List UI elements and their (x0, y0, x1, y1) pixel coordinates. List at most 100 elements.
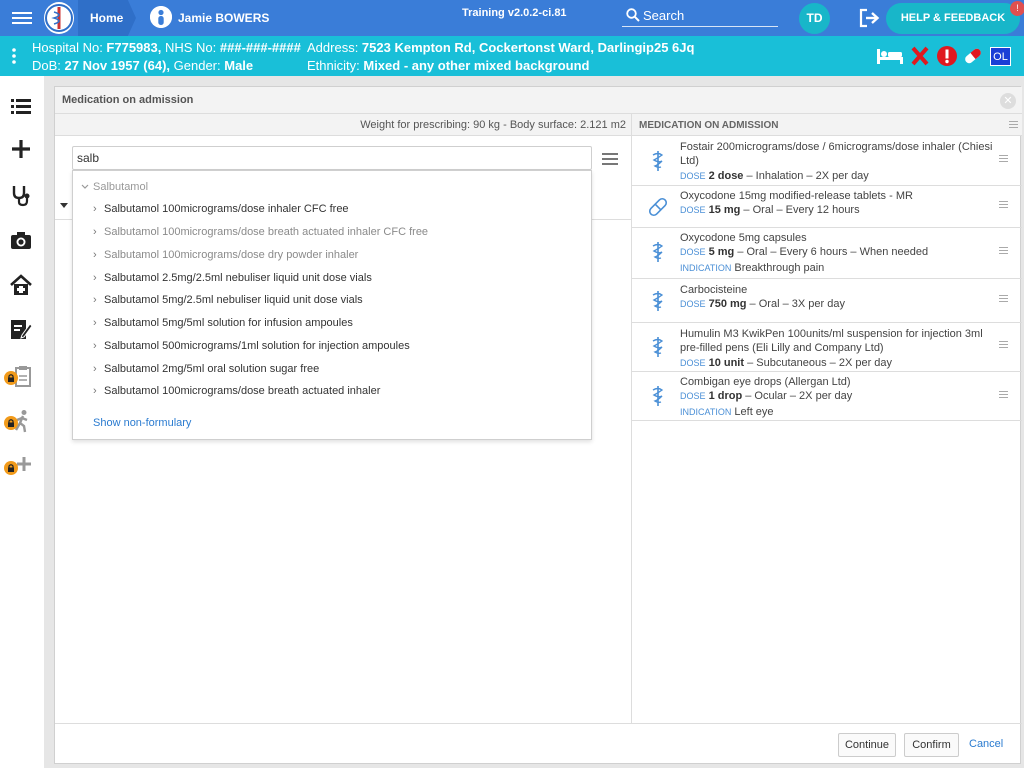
search-label[interactable]: Search (643, 8, 684, 23)
patient-name[interactable]: Jamie BOWERS (178, 11, 269, 25)
medication-row[interactable]: Combigan eye drops (Allergan Ltd) DOSE 1… (632, 372, 1022, 421)
result-item[interactable]: › Salbutamol 2.5mg/2.5ml nebuliser liquid… (93, 272, 372, 284)
home-care-icon[interactable] (8, 272, 34, 298)
training-version: Training v2.0.2-ci.81 (462, 7, 567, 19)
medication-row[interactable]: Carbocisteine DOSE 750 mg – Oral – 3X pe… (632, 279, 1022, 323)
result-item[interactable]: › Salbutamol 500micrograms/1ml solution f… (93, 340, 410, 352)
medication-name: Fostair 200micrograms/dose / 6micrograms… (680, 141, 993, 167)
chevron-right-icon: › (93, 363, 97, 375)
result-item[interactable]: › Salbutamol 5mg/2.5ml nebuliser liquid u… (93, 294, 363, 306)
results-group[interactable]: Salbutamol (81, 181, 148, 193)
medication-list-pane: MEDICATION ON ADMISSION Fostair 200micro… (632, 114, 1022, 723)
sidebar (0, 76, 44, 768)
dose-line: DOSE 1 drop – Ocular – 2X per day (680, 390, 853, 402)
inhaler-icon (652, 242, 664, 262)
user-avatar[interactable]: TD (799, 3, 830, 34)
modal-footer: Continue Confirm Cancel (55, 723, 1022, 765)
inhaler-icon (652, 386, 664, 406)
indication-line: INDICATION Breakthrough pain (680, 262, 825, 274)
medication-name: Carbocisteine (680, 284, 748, 296)
row-menu-icon[interactable] (999, 201, 1008, 210)
search-icon (626, 8, 640, 22)
search-pane: Weight for prescribing: 90 kg - Body sur… (55, 114, 631, 723)
chevron-right-icon: › (93, 385, 97, 397)
chevron-right-icon: › (93, 317, 97, 329)
dose-line: DOSE 750 mg – Oral – 3X per day (680, 298, 845, 310)
chevron-down-icon (81, 184, 89, 189)
search-results-dropdown: Salbutamol › Salbutamol 100micrograms/dos… (72, 170, 592, 440)
ol-badge[interactable]: OL (990, 47, 1011, 66)
chevron-right-icon: › (93, 340, 97, 352)
capsule-icon (648, 197, 668, 217)
result-item[interactable]: › Salbutamol 100micrograms/dose inhaler C… (93, 203, 349, 215)
result-item[interactable]: › Salbutamol 100micrograms/dose dry powde… (93, 249, 358, 261)
lock-icon (4, 416, 18, 430)
pill-icon[interactable] (962, 45, 984, 67)
result-item[interactable]: › Salbutamol 5mg/5ml solution for infusio… (93, 317, 353, 329)
medication-row[interactable]: Fostair 200micrograms/dose / 6micrograms… (632, 137, 1022, 186)
dose-line: DOSE 5 mg – Oral – Every 6 hours – When … (680, 246, 929, 258)
ethnicity-line: Ethnicity: Mixed - any other mixed backg… (307, 58, 590, 73)
app-logo[interactable] (44, 2, 74, 34)
confirm-button[interactable]: Confirm (904, 733, 959, 757)
dose-line: DOSE 15 mg – Oral – Every 12 hours (680, 204, 860, 216)
menu-icon[interactable] (12, 9, 32, 27)
more-options-icon[interactable] (8, 45, 20, 67)
show-non-formulary-link[interactable]: Show non-formulary (93, 417, 191, 429)
result-item[interactable]: › Salbutamol 100micrograms/dose breath ac… (93, 385, 380, 397)
inhaler-icon (652, 151, 664, 171)
stethoscope-icon[interactable] (8, 182, 34, 208)
chevron-right-icon: › (93, 226, 97, 238)
dob-gender-line: DoB: 27 Nov 1957 (64), Gender: Male (32, 58, 254, 73)
chevron-right-icon: › (93, 272, 97, 284)
continue-button[interactable]: Continue (838, 733, 896, 757)
weight-info: Weight for prescribing: 90 kg - Body sur… (360, 119, 626, 131)
chevron-right-icon: › (93, 294, 97, 306)
modal-title: Medication on admission (62, 94, 194, 106)
medication-search-input[interactable] (72, 146, 592, 170)
moa-title: MEDICATION ON ADMISSION (639, 120, 779, 131)
row-menu-icon[interactable] (999, 295, 1008, 304)
top-bar: Home Jamie BOWERS Training v2.0.2-ci.81 … (0, 0, 1024, 36)
medication-name: Humulin M3 KwikPen 100units/ml suspensio… (680, 328, 983, 354)
edit-notes-icon[interactable] (8, 316, 34, 342)
warning-icon[interactable] (936, 45, 958, 67)
chevron-right-icon: › (93, 203, 97, 215)
indication-line: INDICATION Left eye (680, 406, 774, 418)
list-menu-icon[interactable] (1009, 121, 1018, 130)
options-menu-icon[interactable] (602, 153, 618, 165)
bed-icon[interactable] (876, 47, 904, 65)
result-item[interactable]: › Salbutamol 100micrograms/dose breath ac… (93, 226, 428, 238)
inhaler-icon (652, 291, 664, 311)
cancel-link[interactable]: Cancel (969, 738, 1003, 750)
medication-row[interactable]: Oxycodone 15mg modified-release tablets … (632, 186, 1022, 228)
medication-row[interactable]: Humulin M3 KwikPen 100units/ml suspensio… (632, 323, 1022, 372)
lock-icon (4, 371, 18, 385)
modal-header: Medication on admission ✕ (55, 87, 1022, 114)
chevron-right-icon: › (93, 249, 97, 261)
add-icon[interactable] (8, 136, 34, 162)
row-menu-icon[interactable] (999, 247, 1008, 256)
help-feedback-button[interactable]: HELP & FEEDBACK (886, 3, 1020, 34)
list-icon[interactable] (8, 93, 34, 119)
row-menu-icon[interactable] (999, 155, 1008, 164)
hospital-nhs-line: Hospital No: F775983, NHS No: ###-###-##… (32, 40, 301, 55)
medication-name: Combigan eye drops (Allergan Ltd) (680, 376, 851, 388)
caret-down-icon[interactable] (60, 203, 68, 208)
weight-bar: Weight for prescribing: 90 kg - Body sur… (55, 114, 631, 136)
logout-icon[interactable] (859, 8, 881, 28)
close-icon[interactable]: ✕ (1000, 93, 1016, 109)
row-menu-icon[interactable] (999, 391, 1008, 400)
patient-banner: Hospital No: F775983, NHS No: ###-###-##… (0, 36, 1024, 76)
row-menu-icon[interactable] (999, 341, 1008, 350)
address-line: Address: 7523 Kempton Rd, Cockertonst Wa… (307, 40, 695, 55)
camera-icon[interactable] (8, 227, 34, 253)
medication-name: Oxycodone 5mg capsules (680, 232, 807, 244)
patient-icon (150, 6, 172, 28)
home-label[interactable]: Home (90, 11, 123, 25)
medication-row[interactable]: Oxycodone 5mg capsules DOSE 5 mg – Oral … (632, 228, 1022, 279)
dose-line: DOSE 2 dose – Inhalation – 2X per day (680, 170, 869, 182)
inhaler-icon (652, 337, 664, 357)
cross-alert-icon[interactable] (911, 46, 929, 66)
result-item[interactable]: › Salbutamol 2mg/5ml oral solution sugar … (93, 363, 319, 375)
